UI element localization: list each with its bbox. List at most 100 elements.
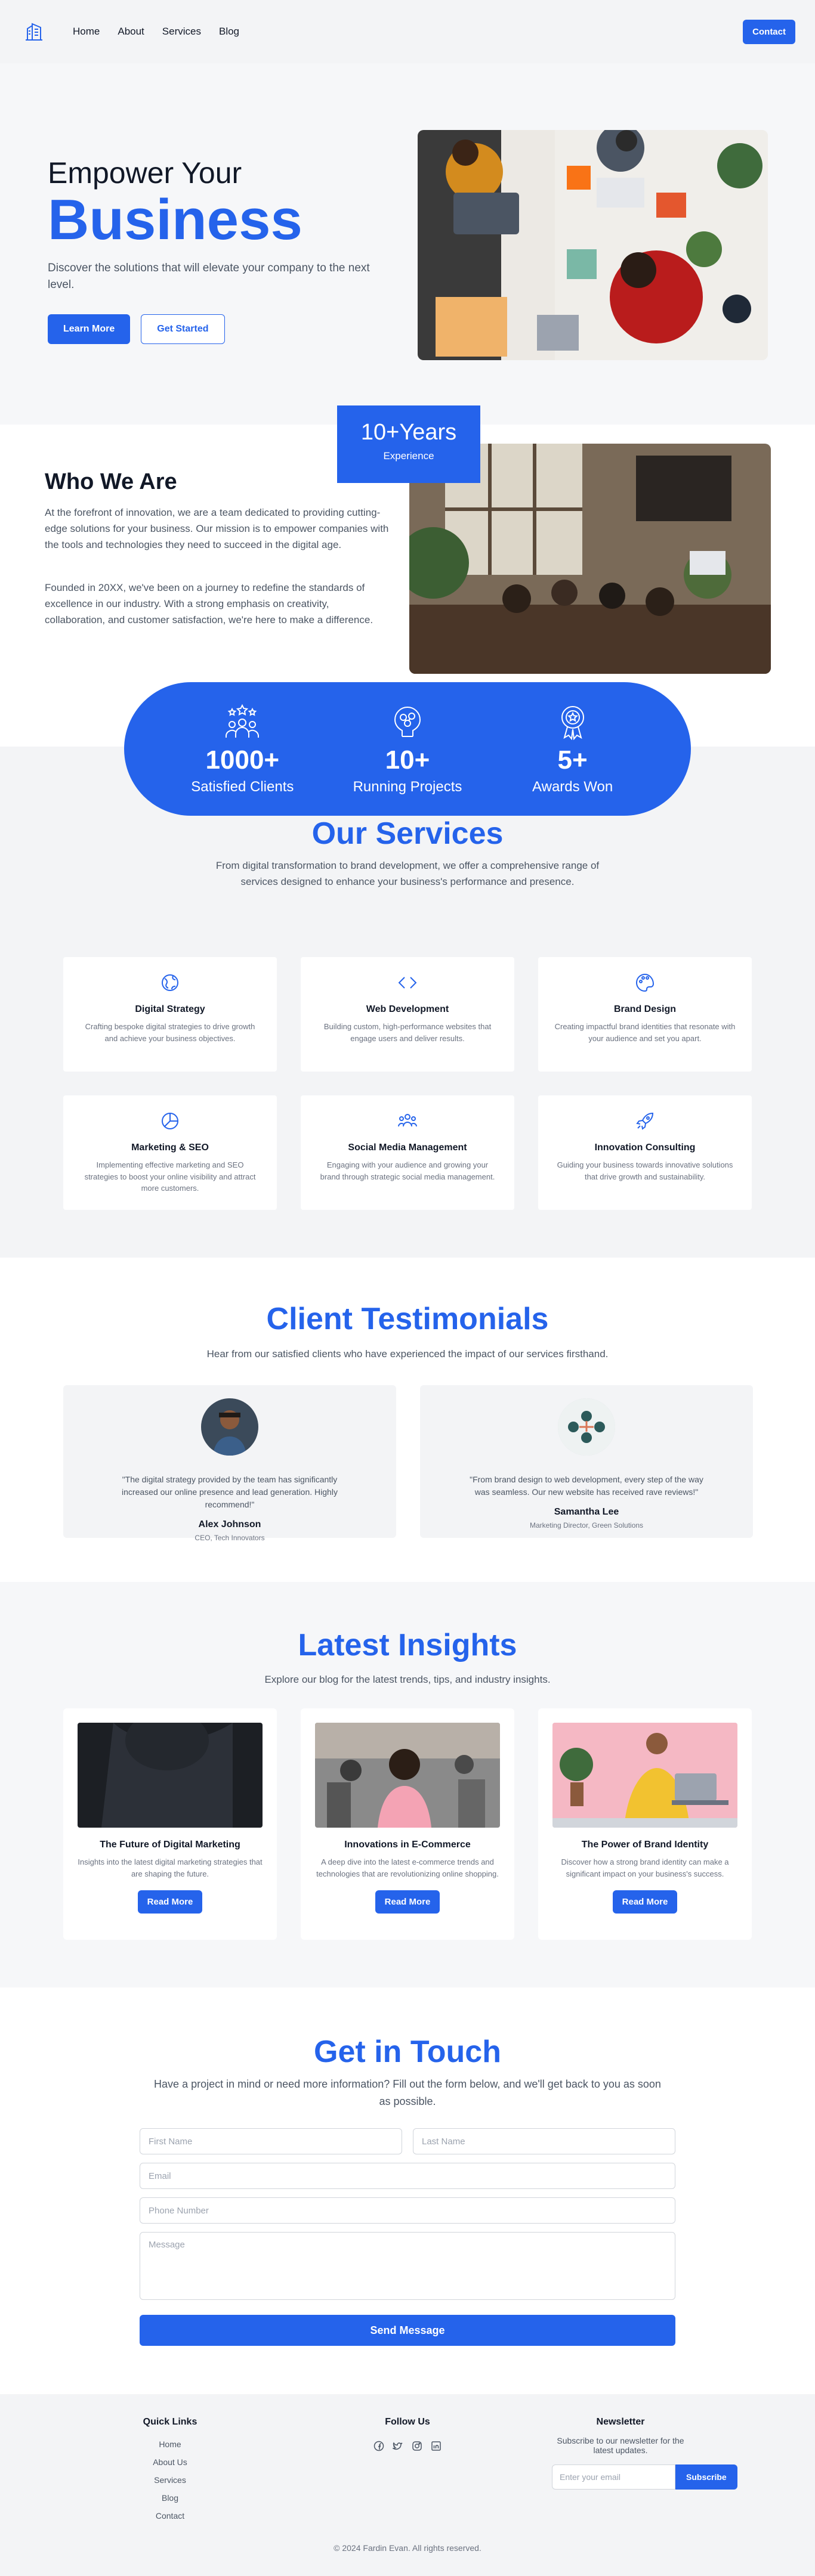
stat-label: Awards Won (532, 778, 613, 795)
linkedin-icon[interactable] (431, 2441, 442, 2451)
stat-number: 10+ (385, 745, 430, 775)
stats-banner: 1000+ Satisfied Clients 10+ Running Proj… (124, 682, 691, 816)
nav-about[interactable]: About (118, 26, 144, 38)
service-card: Web Development Building custom, high-pe… (301, 957, 514, 1072)
newsletter-title: Newsletter (596, 2417, 645, 2427)
hero-section: Empower Your Business Discover the solut… (0, 63, 815, 425)
footer: Quick Links Home About Us Services Blog … (0, 2394, 815, 2576)
footer-link-home[interactable]: Home (128, 2439, 212, 2449)
get-started-button[interactable]: Get Started (141, 314, 225, 344)
nav-services[interactable]: Services (162, 26, 201, 38)
service-desc: Creating impactful brand identities that… (554, 1022, 736, 1043)
testimonials-subtitle: Hear from our satisfied clients who have… (206, 1348, 609, 1360)
services-grid: Digital Strategy Crafting bespoke digita… (63, 957, 752, 1210)
service-title: Marketing & SEO (131, 1143, 209, 1153)
service-desc: Building custom, high-performance websit… (323, 1022, 492, 1043)
top-nav: Home About Services Blog Contact (0, 0, 815, 63)
testimonial-quote: "From brand design to web development, e… (470, 1475, 703, 1497)
insights-subtitle: Explore our blog for the latest trends, … (264, 1674, 551, 1685)
phone-field[interactable] (140, 2197, 675, 2224)
contact-button[interactable]: Contact (743, 20, 795, 44)
service-card: Marketing & SEO Implementing effective m… (63, 1095, 277, 1210)
testimonial-quote: "The digital strategy provided by the te… (122, 1475, 338, 1509)
who-paragraph-1: At the forefront of innovation, we are a… (45, 507, 389, 551)
service-card: Social Media Management Engaging with yo… (301, 1095, 514, 1210)
message-field[interactable] (140, 2232, 675, 2300)
hero-image (418, 130, 768, 360)
footer-link-blog[interactable]: Blog (128, 2493, 212, 2503)
testimonials-title: Client Testimonials (266, 1302, 549, 1336)
building-logo-icon[interactable] (24, 21, 44, 42)
services-title: Our Services (311, 816, 504, 851)
send-message-button[interactable]: Send Message (140, 2315, 675, 2346)
testimonial-name: Alex Johnson (198, 1519, 261, 1530)
instagram-icon[interactable] (412, 2441, 422, 2451)
stat-label: Running Projects (353, 778, 462, 795)
service-desc: Crafting bespoke digital strategies to d… (85, 1022, 255, 1043)
stat-number: 1000+ (205, 745, 280, 775)
stat-projects: 10+ Running Projects (342, 703, 473, 795)
footer-link-contact[interactable]: Contact (128, 2511, 212, 2521)
quick-links-title: Quick Links (143, 2417, 197, 2427)
award-icon (561, 705, 584, 740)
footer-link-services[interactable]: Services (128, 2475, 212, 2485)
stat-awards: 5+ Awards Won (507, 703, 638, 795)
service-card: Digital Strategy Crafting bespoke digita… (63, 957, 277, 1072)
hero-heading-line2: Business (48, 188, 302, 252)
read-more-button[interactable]: Read More (137, 1890, 203, 1914)
experience-number: 10+Years (360, 420, 457, 445)
service-title: Brand Design (613, 1004, 676, 1014)
testimonial-card: "From brand design to web development, e… (420, 1385, 753, 1538)
facebook-icon[interactable] (373, 2441, 384, 2451)
stat-label: Satisfied Clients (191, 778, 294, 795)
insights-title: Latest Insights (298, 1628, 517, 1662)
contact-title: Get in Touch (314, 2035, 501, 2069)
testimonial-card: "The digital strategy provided by the te… (63, 1385, 396, 1542)
blog-desc: Insights into the latest digital marketi… (78, 1857, 263, 1878)
learn-more-button[interactable]: Learn More (48, 314, 131, 344)
contact-subtitle: Have a project in mind or need more info… (154, 2078, 661, 2107)
nav-blog[interactable]: Blog (219, 26, 239, 38)
pie-chart-icon (162, 1113, 178, 1129)
service-card: Innovation Consulting Guiding your busin… (538, 1095, 752, 1210)
blog-image (552, 1723, 737, 1828)
blog-title: The Future of Digital Marketing (100, 1840, 240, 1850)
people-icon (226, 704, 260, 738)
users-icon (398, 1114, 417, 1127)
service-desc: Guiding your business towards innovative… (557, 1160, 733, 1181)
first-name-field[interactable] (140, 2128, 402, 2154)
experience-label: Experience (383, 450, 434, 462)
insights-section: Latest Insights Explore our blog for the… (0, 1582, 815, 1987)
stat-clients: 1000+ Satisfied Clients (177, 703, 308, 795)
newsletter-subtitle: Subscribe to our newsletter for the late… (557, 2436, 684, 2455)
nav-home[interactable]: Home (73, 26, 100, 38)
blog-image (78, 1723, 263, 1828)
blog-card: The Power of Brand Identity Discover how… (538, 1708, 752, 1940)
subscribe-button[interactable]: Subscribe (675, 2464, 737, 2490)
read-more-button[interactable]: Read More (375, 1890, 440, 1914)
copyright: © 2024 Fardin Evan. All rights reserved. (334, 2543, 481, 2553)
email-field[interactable] (140, 2163, 675, 2189)
read-more-button[interactable]: Read More (612, 1890, 678, 1914)
testimonials-section: Client Testimonials Hear from our satisf… (0, 1258, 815, 1582)
hero-text: Empower Your Business Discover the solut… (48, 156, 394, 344)
footer-link-about[interactable]: About Us (128, 2457, 212, 2467)
strategy-icon (162, 974, 178, 991)
service-desc: Implementing effective marketing and SEO… (84, 1160, 256, 1193)
quick-links: Quick Links Home About Us Services Blog … (128, 2417, 212, 2529)
experience-badge: 10+Years Experience (337, 405, 480, 483)
service-desc: Engaging with your audience and growing … (320, 1160, 495, 1181)
stat-number: 5+ (557, 745, 588, 775)
service-title: Social Media Management (348, 1143, 467, 1153)
blog-desc: A deep dive into the latest e-commerce t… (316, 1857, 499, 1878)
twitter-icon[interactable] (393, 2441, 403, 2451)
service-title: Digital Strategy (135, 1004, 205, 1014)
service-title: Innovation Consulting (594, 1143, 696, 1153)
contact-form: Send Message (140, 2128, 675, 2346)
nav-links: Home About Services Blog (73, 26, 239, 38)
last-name-field[interactable] (413, 2128, 675, 2154)
newsletter-email-input[interactable] (552, 2464, 675, 2490)
service-card: Brand Design Creating impactful brand id… (538, 957, 752, 1072)
services-section: Our Services From digital transformation… (0, 747, 815, 1258)
blog-title: Innovations in E-Commerce (344, 1840, 471, 1850)
